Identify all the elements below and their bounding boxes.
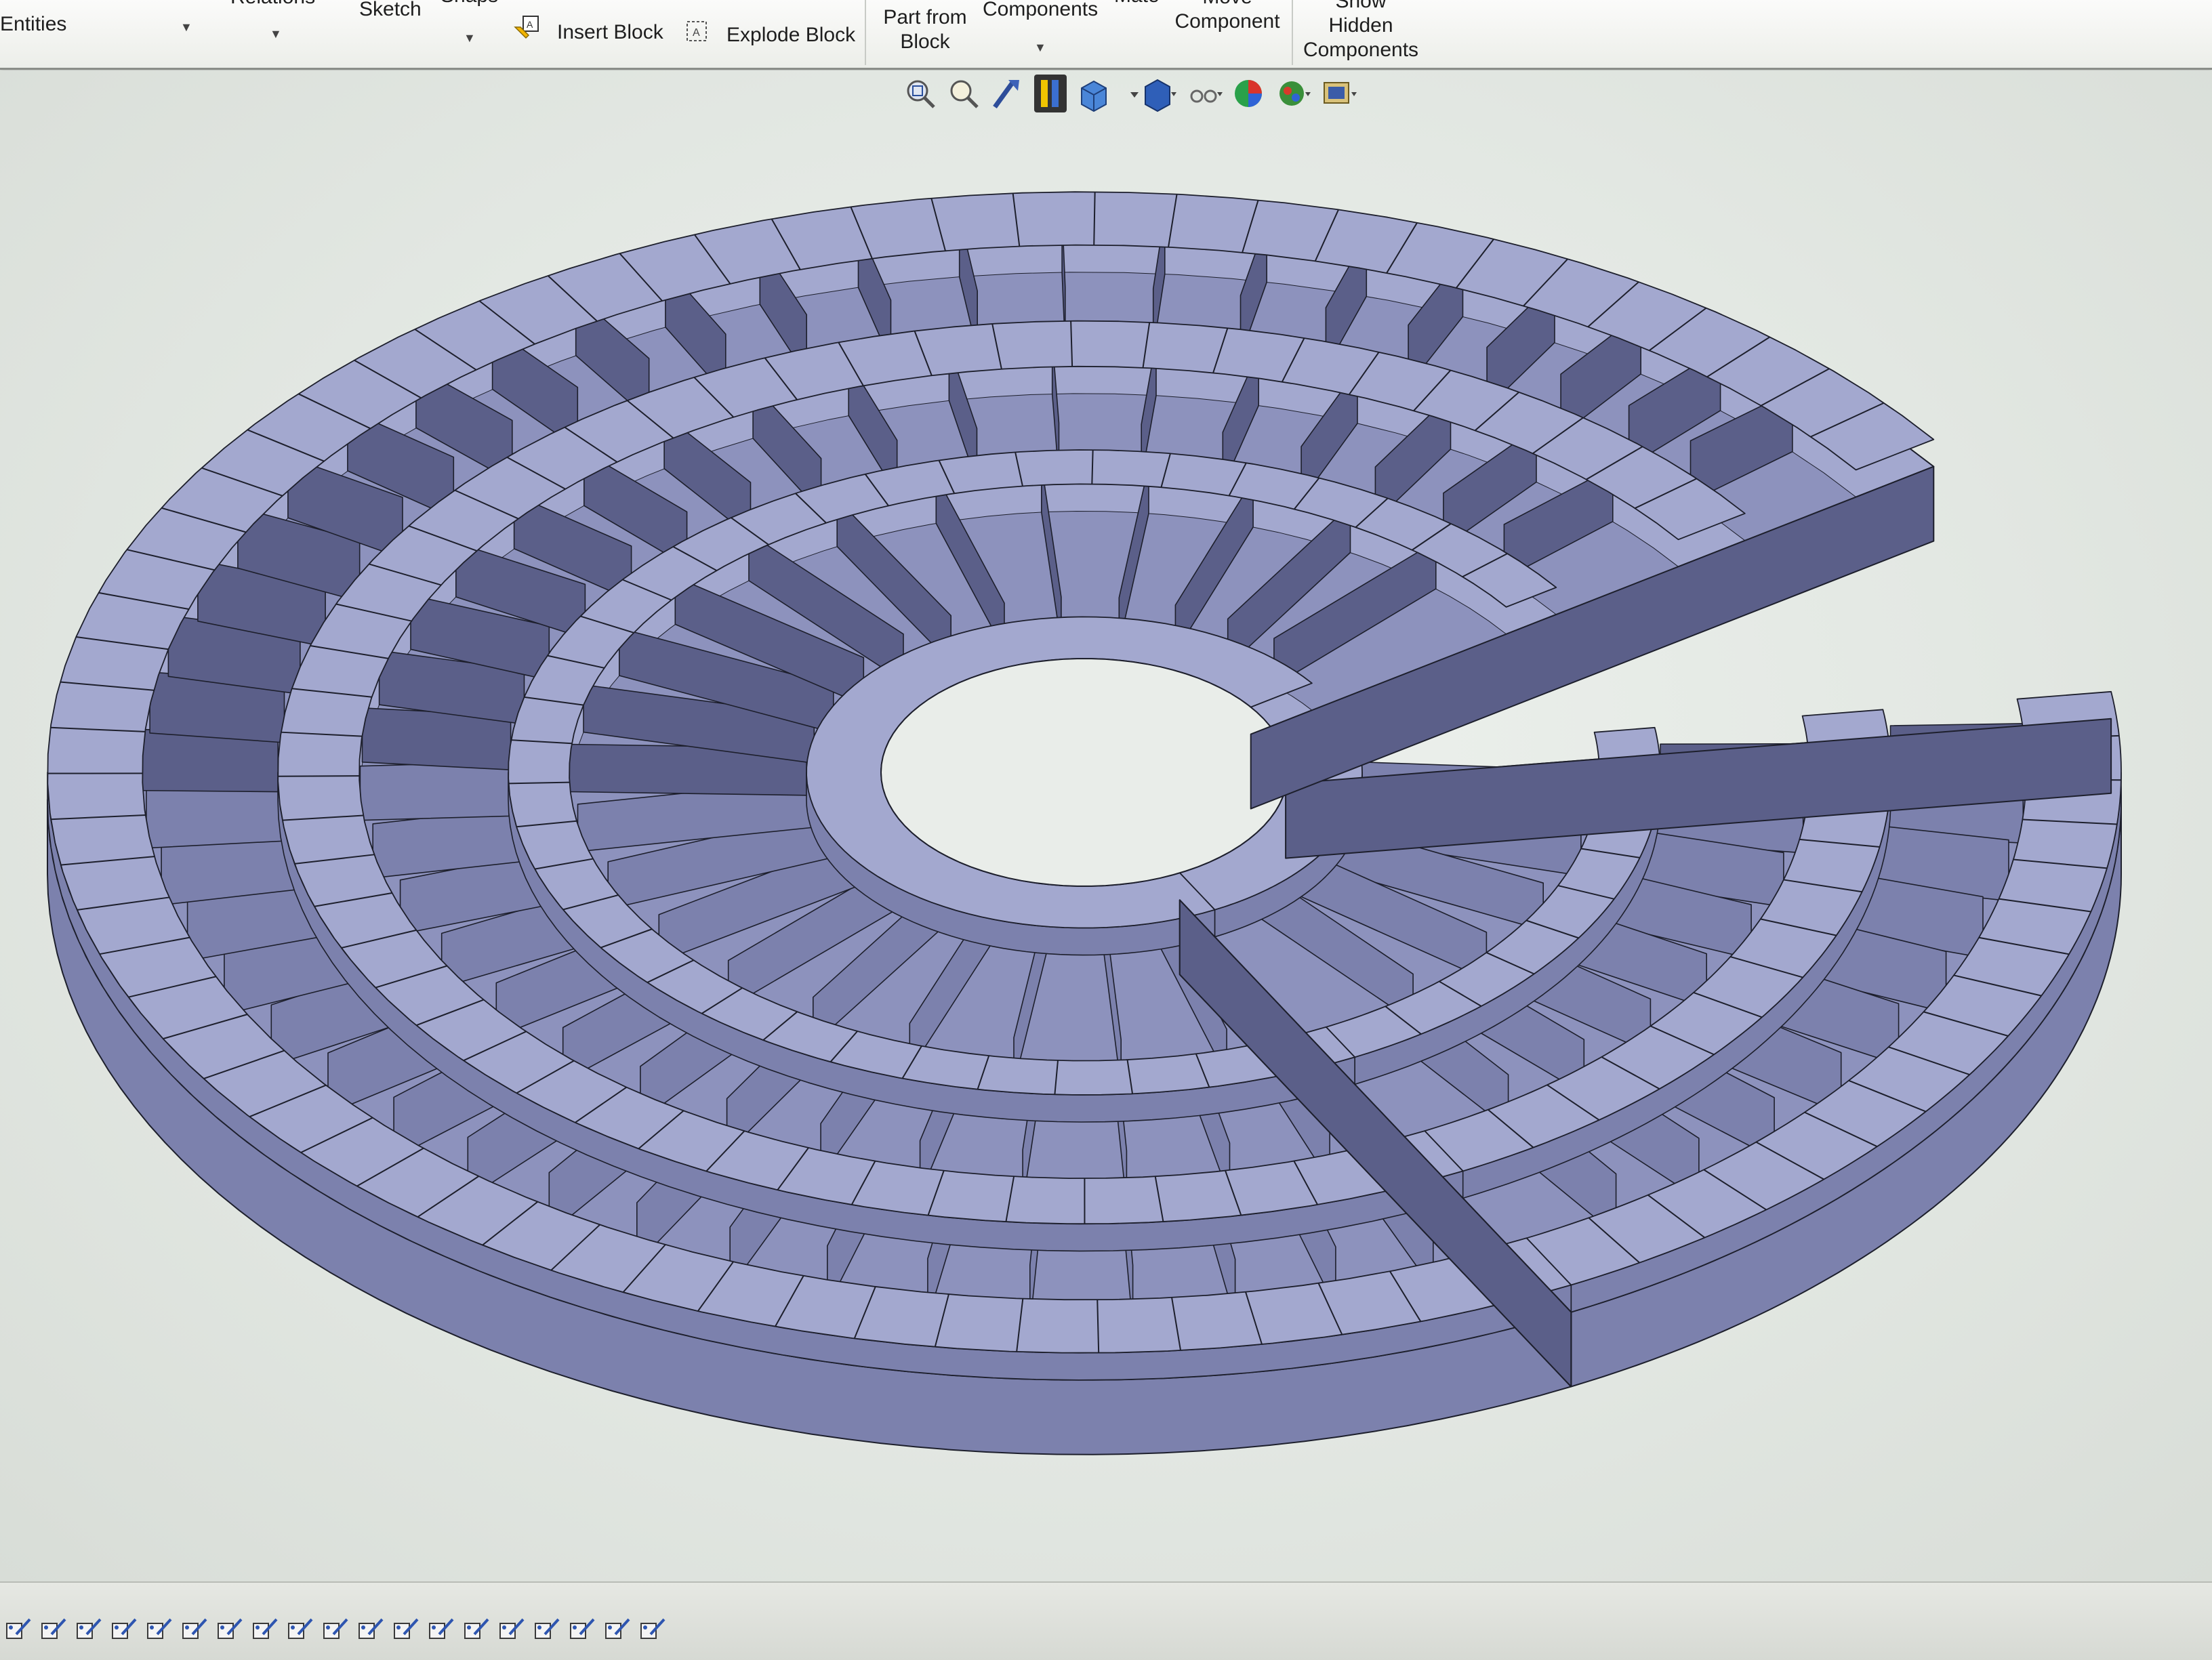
trim-icon[interactable] [249, 1614, 281, 1645]
sketch-command-toolbar [0, 1581, 2212, 1660]
explode-block-icon[interactable]: A [683, 18, 710, 45]
graphics-viewport[interactable] [0, 70, 2212, 1581]
display-style-icon[interactable] [1140, 73, 1178, 114]
view-orientation-icon[interactable] [1075, 73, 1113, 114]
ribbon-separator [1292, 0, 1293, 65]
insert-block-icon[interactable]: A [514, 15, 541, 42]
ribbon-separator [865, 0, 866, 65]
components-label[interactable]: Components [983, 0, 1098, 22]
make-part-line1: Make [874, 0, 976, 5]
explode-block-label[interactable]: Explode Block [726, 23, 855, 47]
offset-icon[interactable] [285, 1614, 316, 1645]
entities-dropdown-icon[interactable]: ▼ [180, 20, 192, 35]
show-hidden-line3: Components [1294, 38, 1427, 62]
mate-label[interactable]: Mate [1114, 0, 1160, 8]
svg-text:A: A [693, 27, 700, 39]
sketch-tool-icon[interactable] [3, 1614, 34, 1645]
circle-icon[interactable] [144, 1614, 175, 1645]
move-entities-icon[interactable] [390, 1614, 422, 1645]
snaps-label[interactable]: Snaps [441, 0, 498, 8]
previous-view-icon[interactable] [988, 73, 1026, 114]
command-manager-ribbon: Entities ▼ Relations ▼ Sketch Snaps ▼ A … [0, 0, 2212, 70]
quick-snaps-icon[interactable] [567, 1614, 598, 1645]
view-settings-icon[interactable] [1320, 73, 1358, 114]
insert-block-label[interactable]: Insert Block [557, 20, 663, 45]
show-hidden-line2: Hidden [1294, 14, 1427, 38]
move-component-button[interactable]: Move Component [1170, 0, 1285, 34]
show-hidden-components-button[interactable]: Show Hidden Components [1294, 0, 1427, 62]
fix-icon[interactable] [461, 1614, 492, 1645]
convert-entities-icon[interactable] [496, 1614, 527, 1645]
circular-array-model[interactable] [0, 70, 2212, 1581]
rapid-sketch-icon[interactable] [602, 1614, 633, 1645]
sketch-label[interactable]: Sketch [359, 0, 422, 22]
snaps-dropdown-icon[interactable]: ▼ [464, 31, 476, 45]
smart-dimension-icon[interactable] [38, 1614, 69, 1645]
make-part-from-block-button[interactable]: Make Part from Block [874, 0, 976, 54]
instant-2d-icon[interactable] [637, 1614, 668, 1645]
spline-icon[interactable] [214, 1614, 245, 1645]
make-part-line2: Part from [874, 5, 976, 30]
zoom-to-area-icon[interactable] [945, 73, 983, 114]
move-component-line1: Move [1170, 0, 1285, 9]
relations-dropdown-icon[interactable]: ▼ [270, 27, 282, 41]
zoom-to-fit-icon[interactable] [901, 73, 939, 114]
svg-text:A: A [527, 19, 533, 30]
line-icon[interactable] [73, 1614, 104, 1645]
show-hidden-line1: Show [1294, 0, 1427, 14]
linear-pattern-icon[interactable] [355, 1614, 386, 1645]
hide-show-items-icon[interactable] [1186, 73, 1224, 114]
repair-sketch-icon[interactable] [531, 1614, 562, 1645]
relations-label[interactable]: Relations [230, 0, 315, 9]
rectangle-icon[interactable] [108, 1614, 140, 1645]
radial-fin [360, 762, 509, 820]
make-part-line3: Block [874, 30, 976, 54]
arc-icon[interactable] [179, 1614, 210, 1645]
components-dropdown-icon[interactable]: ▼ [1034, 41, 1046, 55]
mirror-icon[interactable] [320, 1614, 351, 1645]
move-component-line2: Component [1170, 9, 1285, 34]
apply-scene-icon[interactable] [1274, 73, 1312, 114]
edit-appearance-icon[interactable] [1231, 73, 1269, 114]
add-relation-icon[interactable] [426, 1614, 457, 1645]
center-hole [881, 659, 1288, 886]
section-view-icon[interactable] [1031, 73, 1069, 114]
entities-label[interactable]: Entities [0, 12, 66, 37]
